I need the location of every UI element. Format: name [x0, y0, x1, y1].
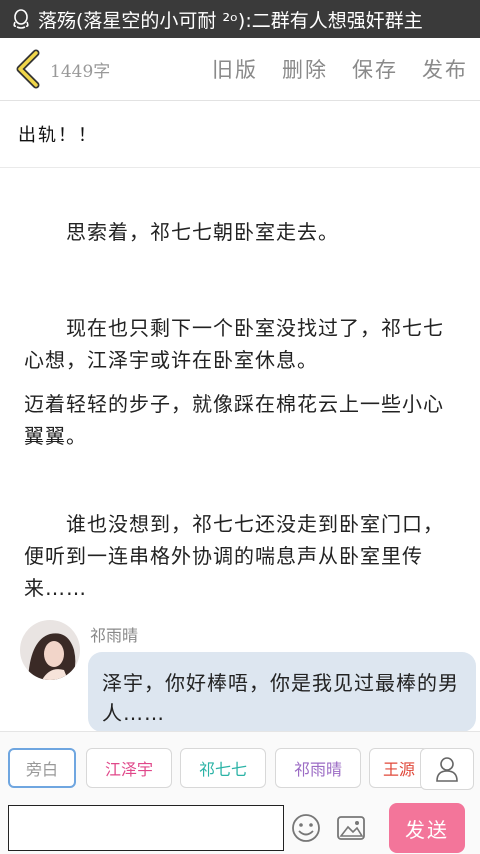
publish-button[interactable]: 发布: [422, 54, 468, 84]
story-paragraph[interactable]: 现在也只剩下一个卧室没找过了，祁七七心想，江泽宇或许在卧室休息。: [24, 312, 460, 376]
character-chip-qi-yuqing[interactable]: 祁雨晴: [275, 748, 361, 788]
chevron-left-icon[interactable]: [12, 49, 44, 89]
add-character-button[interactable]: [420, 748, 474, 790]
send-button[interactable]: 发送: [389, 803, 465, 853]
word-count: 1449字: [50, 61, 111, 82]
notification-bar[interactable]: 落殇(落星空的小可耐 ²ᵒ):二群有人想强奸群主: [0, 0, 480, 38]
old-version-button[interactable]: 旧版: [212, 54, 258, 84]
character-chip-narrator[interactable]: 旁白: [8, 748, 76, 788]
message-input[interactable]: [8, 805, 284, 851]
story-paragraph[interactable]: 迈着轻轻的步子，就像踩在棉花云上一些小心翼翼。: [24, 388, 460, 452]
chip-label: 祁雨晴: [293, 760, 342, 779]
notification-text: 落殇(落星空的小可耐 ²ᵒ):二群有人想强奸群主: [38, 9, 423, 32]
action-group: 旧版 删除 保存 发布: [212, 38, 468, 100]
delete-button[interactable]: 删除: [282, 54, 328, 84]
character-chip-qi-qiqi[interactable]: 祁七七: [180, 748, 266, 788]
chip-label: 江泽宇: [104, 760, 153, 779]
story-paragraph[interactable]: 谁也没想到，祁七七还没走到卧室门口，便听到一连串格外协调的喘息声从卧室里传来……: [24, 508, 460, 604]
editor-toolbar: 1449字 旧版 删除 保存 发布: [0, 38, 480, 101]
speaker-name: 祁雨晴: [90, 626, 139, 645]
composer-bar: 发送: [0, 803, 480, 854]
dialogue-bubble[interactable]: 泽宇，你好棒唔，你是我见过最棒的男人……: [88, 652, 476, 732]
character-chip-jiang-zeyu[interactable]: 江泽宇: [86, 748, 172, 788]
avatar[interactable]: [20, 620, 80, 680]
character-selector: 旁白 江泽宇 祁七七 祁雨晴 王源: [0, 731, 480, 804]
save-button[interactable]: 保存: [352, 54, 398, 84]
chapter-title-bar[interactable]: 出轨！！: [0, 101, 480, 168]
chip-label: 旁白: [25, 760, 58, 779]
chip-label: 王源: [382, 760, 415, 779]
chip-label: 祁七七: [198, 760, 247, 779]
person-icon: [436, 757, 458, 782]
story-paragraph[interactable]: 思索着，祁七七朝卧室走去。: [24, 216, 460, 248]
image-icon[interactable]: [336, 813, 366, 843]
qq-icon: [13, 9, 29, 29]
chapter-title: 出轨！！: [18, 125, 98, 146]
emoji-icon[interactable]: [290, 812, 322, 844]
